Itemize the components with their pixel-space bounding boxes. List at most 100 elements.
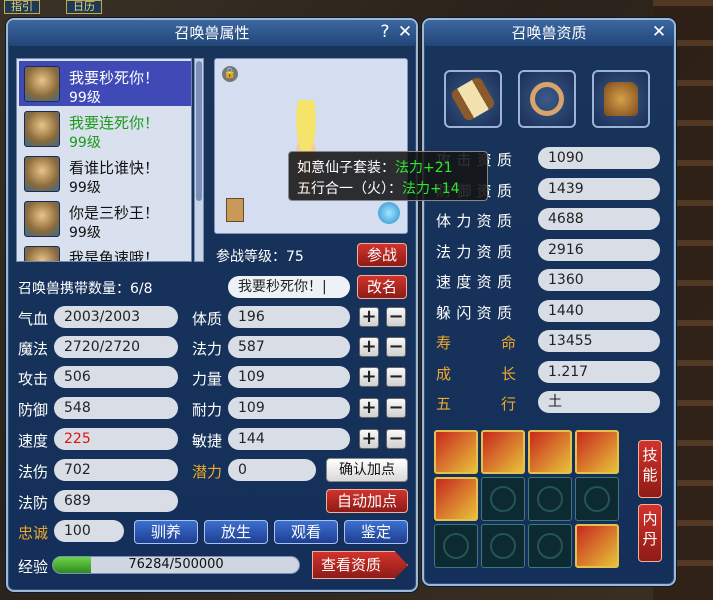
rename-button[interactable]: 改名 — [357, 275, 407, 299]
plus-button[interactable]: + — [359, 307, 379, 327]
aptitude-value: 1439 — [538, 177, 660, 200]
plus-button[interactable]: + — [359, 398, 379, 418]
equipment-slot[interactable] — [592, 70, 650, 128]
view-aptitude-button[interactable]: 查看资质 — [312, 551, 408, 579]
minus-button[interactable]: − — [386, 307, 406, 327]
close-button[interactable]: ✕ — [650, 23, 668, 41]
auto-points-button[interactable]: 自动加点 — [326, 489, 408, 513]
plus-button[interactable]: + — [359, 337, 379, 357]
plus-button[interactable]: + — [359, 429, 379, 449]
carry-count: 召唤兽携带数量：6/8 — [18, 281, 153, 297]
minus-button[interactable]: − — [386, 429, 406, 449]
stat-loyalty: 100 — [54, 520, 124, 542]
aptitude-label: 成长 — [436, 364, 516, 383]
pet-name-input[interactable]: 我要秒死你！| — [228, 276, 350, 298]
pet-list-item[interactable]: 看谁比谁快！ 99级 — [19, 151, 191, 196]
aptitude-label: 速度资质 — [436, 273, 516, 291]
plus-button[interactable]: + — [359, 367, 379, 387]
exp-text: 76284/500000 — [128, 557, 224, 572]
stat-label: 法力 — [192, 340, 223, 358]
tab-calendar[interactable]: 日历 — [66, 0, 102, 14]
pet-avatar — [24, 66, 60, 102]
pet-list-item[interactable]: 我是龟速哦！ — [19, 241, 191, 262]
empty-skill-slot[interactable] — [481, 477, 525, 521]
pet-level: 99级 — [69, 225, 101, 241]
stat-hp: 2003/2003 — [54, 306, 178, 328]
skill-slot[interactable] — [434, 477, 478, 521]
help-button[interactable]: ? — [376, 23, 394, 41]
pet-level: 99级 — [69, 180, 101, 196]
stat-strength: 109 — [228, 366, 350, 388]
equipment-slot[interactable] — [518, 70, 576, 128]
skill-slot[interactable] — [481, 430, 525, 474]
pet-list-item[interactable]: 我要秒死你！ 99级 — [19, 61, 191, 106]
empty-skill-slot[interactable] — [528, 524, 572, 568]
equipment-slot[interactable] — [444, 70, 502, 128]
empty-skill-slot[interactable] — [481, 524, 525, 568]
stat-label: 体质 — [192, 310, 223, 328]
stat-label: 防御 — [18, 401, 49, 419]
tab-guide[interactable]: 指引 — [4, 0, 40, 14]
gem-icon[interactable] — [378, 202, 400, 224]
tame-button[interactable]: 驯养 — [134, 520, 198, 544]
ornament-icon — [443, 533, 469, 559]
scrollbar-thumb[interactable] — [196, 61, 202, 201]
pet-name: 我要连死你！ — [69, 114, 160, 132]
exp-bar: 76284/500000 — [52, 556, 300, 574]
empty-skill-slot[interactable] — [528, 477, 572, 521]
empty-skill-slot[interactable] — [434, 524, 478, 568]
aptitude-label: 躲闪资质 — [436, 303, 516, 322]
minus-button[interactable]: − — [386, 367, 406, 387]
ornament-icon — [537, 486, 563, 512]
stat-label: 敏捷 — [192, 432, 223, 450]
pet-list: 我要秒死你！ 99级 我要连死你！ 99级 看谁比谁快！ 99级 你是三秒王！ … — [16, 58, 192, 262]
confirm-points-button[interactable]: 确认加点 — [326, 458, 408, 482]
aptitude-value: 1440 — [538, 299, 660, 322]
skill-grid — [434, 430, 620, 568]
stat-magic-defense: 689 — [54, 490, 178, 512]
empty-skill-slot[interactable] — [575, 477, 619, 521]
neidan-button[interactable]: 内丹 — [638, 504, 662, 562]
book-icon[interactable] — [226, 198, 244, 222]
ornament-icon — [537, 533, 563, 559]
stat-endurance: 109 — [228, 397, 350, 419]
aptitude-value: 2916 — [538, 238, 660, 261]
panel-title: 召唤兽属性 — [8, 20, 416, 46]
release-button[interactable]: 放生 — [204, 520, 268, 544]
stat-speed: 225 — [54, 428, 178, 450]
stat-mp: 2720/2720 — [54, 336, 178, 358]
ring-icon — [530, 82, 564, 116]
pet-list-item[interactable]: 我要连死你！ 99级 — [19, 106, 191, 151]
lock-icon[interactable]: 🔒 — [222, 66, 238, 82]
skill-slot[interactable] — [575, 524, 619, 568]
skill-slot[interactable] — [434, 430, 478, 474]
stat-attack: 506 — [54, 366, 178, 388]
ornament-icon — [584, 486, 610, 512]
aptitude-value: 1090 — [538, 147, 660, 169]
view-button[interactable]: 观看 — [274, 520, 338, 544]
skill-slot[interactable] — [575, 430, 619, 474]
skill-slot[interactable] — [528, 430, 572, 474]
aptitude-label: 体力资质 — [436, 212, 516, 230]
pet-list-item[interactable]: 你是三秒王！ 99级 — [19, 196, 191, 241]
identify-button[interactable]: 鉴定 — [344, 520, 408, 544]
pet-level: 99级 — [69, 90, 101, 106]
aptitude-value: 土 — [538, 391, 660, 413]
battle-button[interactable]: 参战 — [357, 243, 407, 267]
stat-label: 攻击 — [18, 370, 49, 388]
stat-label: 法防 — [18, 494, 49, 512]
pet-name: 我是龟速哦！ — [69, 249, 160, 262]
stat-label: 法伤 — [18, 463, 49, 481]
pet-list-scrollbar[interactable] — [194, 58, 204, 262]
armor-icon — [604, 82, 638, 116]
aptitude-value: 13455 — [538, 330, 660, 352]
pet-name: 看谁比谁快！ — [69, 159, 160, 177]
skills-button[interactable]: 技能 — [638, 440, 662, 498]
stat-label: 气血 — [18, 310, 49, 328]
tooltip-line: 如意仙子套装：法力+21 — [297, 160, 453, 176]
stat-label: 魔法 — [18, 340, 49, 358]
minus-button[interactable]: − — [386, 337, 406, 357]
minus-button[interactable]: − — [386, 398, 406, 418]
close-button[interactable]: ✕ — [396, 23, 414, 41]
battle-level: 参战等级：75 — [216, 249, 304, 265]
